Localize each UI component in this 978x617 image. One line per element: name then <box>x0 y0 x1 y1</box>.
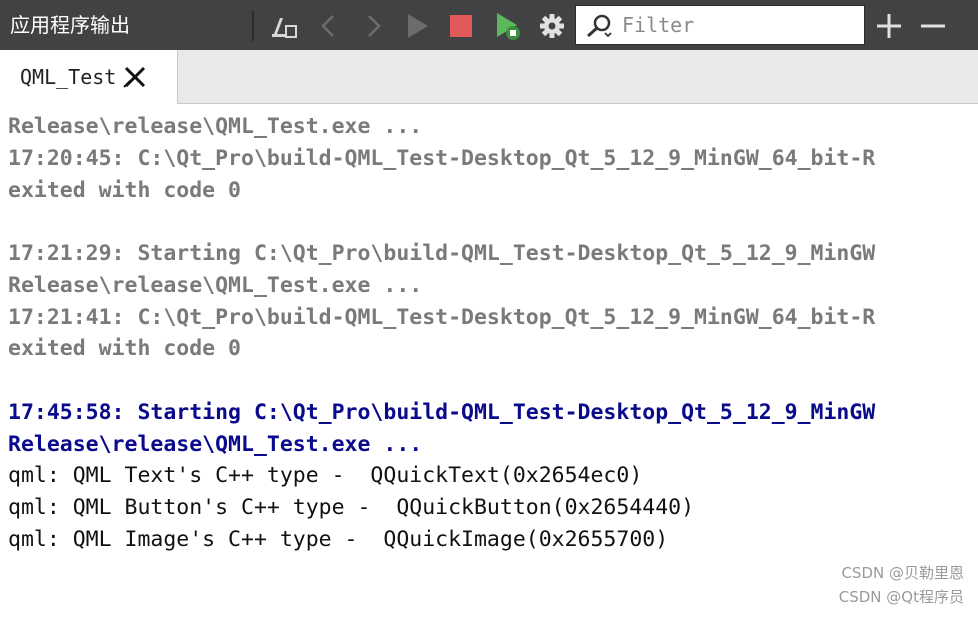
chevron-left-icon <box>321 15 334 37</box>
close-icon[interactable] <box>122 65 148 89</box>
play-icon <box>408 14 428 38</box>
panel-title: 应用程序输出 <box>10 13 130 37</box>
log-line: 17:21:41: C:\Qt_Pro\build-QML_Test-Deskt… <box>8 304 876 330</box>
log-line: exited with code 0 <box>8 177 241 203</box>
log-line: 17:21:29: Starting C:\Qt_Pro\build-QML_T… <box>8 241 876 266</box>
previous-item-button[interactable] <box>312 10 346 42</box>
log-line: exited with code 0 <box>8 336 241 362</box>
log-line: qml: QML Image's C++ type - QQuickImage(… <box>8 526 669 552</box>
plus-icon <box>877 14 901 38</box>
stop-icon <box>450 15 472 37</box>
output-tab-bar: QML_Test <box>0 50 978 104</box>
attach-icon <box>272 18 297 38</box>
chevron-right-icon <box>368 15 381 37</box>
log-line: 17:20:45: C:\Qt_Pro\build-QML_Test-Deskt… <box>8 145 876 171</box>
gear-icon <box>540 14 564 38</box>
watermarks: CSDN @贝勒里恩 CSDN @Qt程序员 <box>839 561 964 609</box>
log-line: qml: QML Button's C++ type - QQuickButto… <box>8 495 695 520</box>
output-pane-toolbar: 应用程序输出 <box>0 0 978 50</box>
minus-icon <box>921 24 945 28</box>
filter-box <box>575 5 865 45</box>
log-line: Release\release\QML_Test.exe ... <box>8 431 423 457</box>
filter-input[interactable] <box>622 10 858 40</box>
watermark-text: CSDN @Qt程序员 <box>838 588 964 606</box>
zoom-in-button[interactable] <box>872 10 906 42</box>
debug-run-icon <box>497 13 520 40</box>
log-line: 17:45:58: Starting C:\Qt_Pro\build-QML_T… <box>8 399 876 425</box>
log-line: Release\release\QML_Test.exe ... <box>8 272 423 298</box>
settings-button[interactable] <box>535 10 569 42</box>
zoom-out-button[interactable] <box>916 10 950 42</box>
debug-run-button[interactable] <box>492 10 526 42</box>
attach-button[interactable] <box>268 10 302 42</box>
tab-label: QML_Test <box>20 65 117 89</box>
log-line: qml: QML Text's C++ type - QQuickText(0x… <box>8 463 643 489</box>
stop-button[interactable] <box>444 10 478 42</box>
log-line: Release\release\QML_Test.exe ... <box>8 114 423 139</box>
tab-qml-test[interactable]: QML_Test <box>0 50 178 104</box>
log-lines: Release\release\QML_Test.exe ... 17:20:45… <box>8 111 875 556</box>
watermark-text: CSDN @贝勒里恩 <box>841 564 964 582</box>
search-icon <box>587 14 612 38</box>
toolbar-separator <box>252 11 254 41</box>
rerun-button[interactable] <box>400 10 434 42</box>
next-item-button[interactable] <box>356 10 390 42</box>
application-output-console[interactable]: Release\release\QML_Test.exe ... 17:20:45… <box>0 104 978 617</box>
